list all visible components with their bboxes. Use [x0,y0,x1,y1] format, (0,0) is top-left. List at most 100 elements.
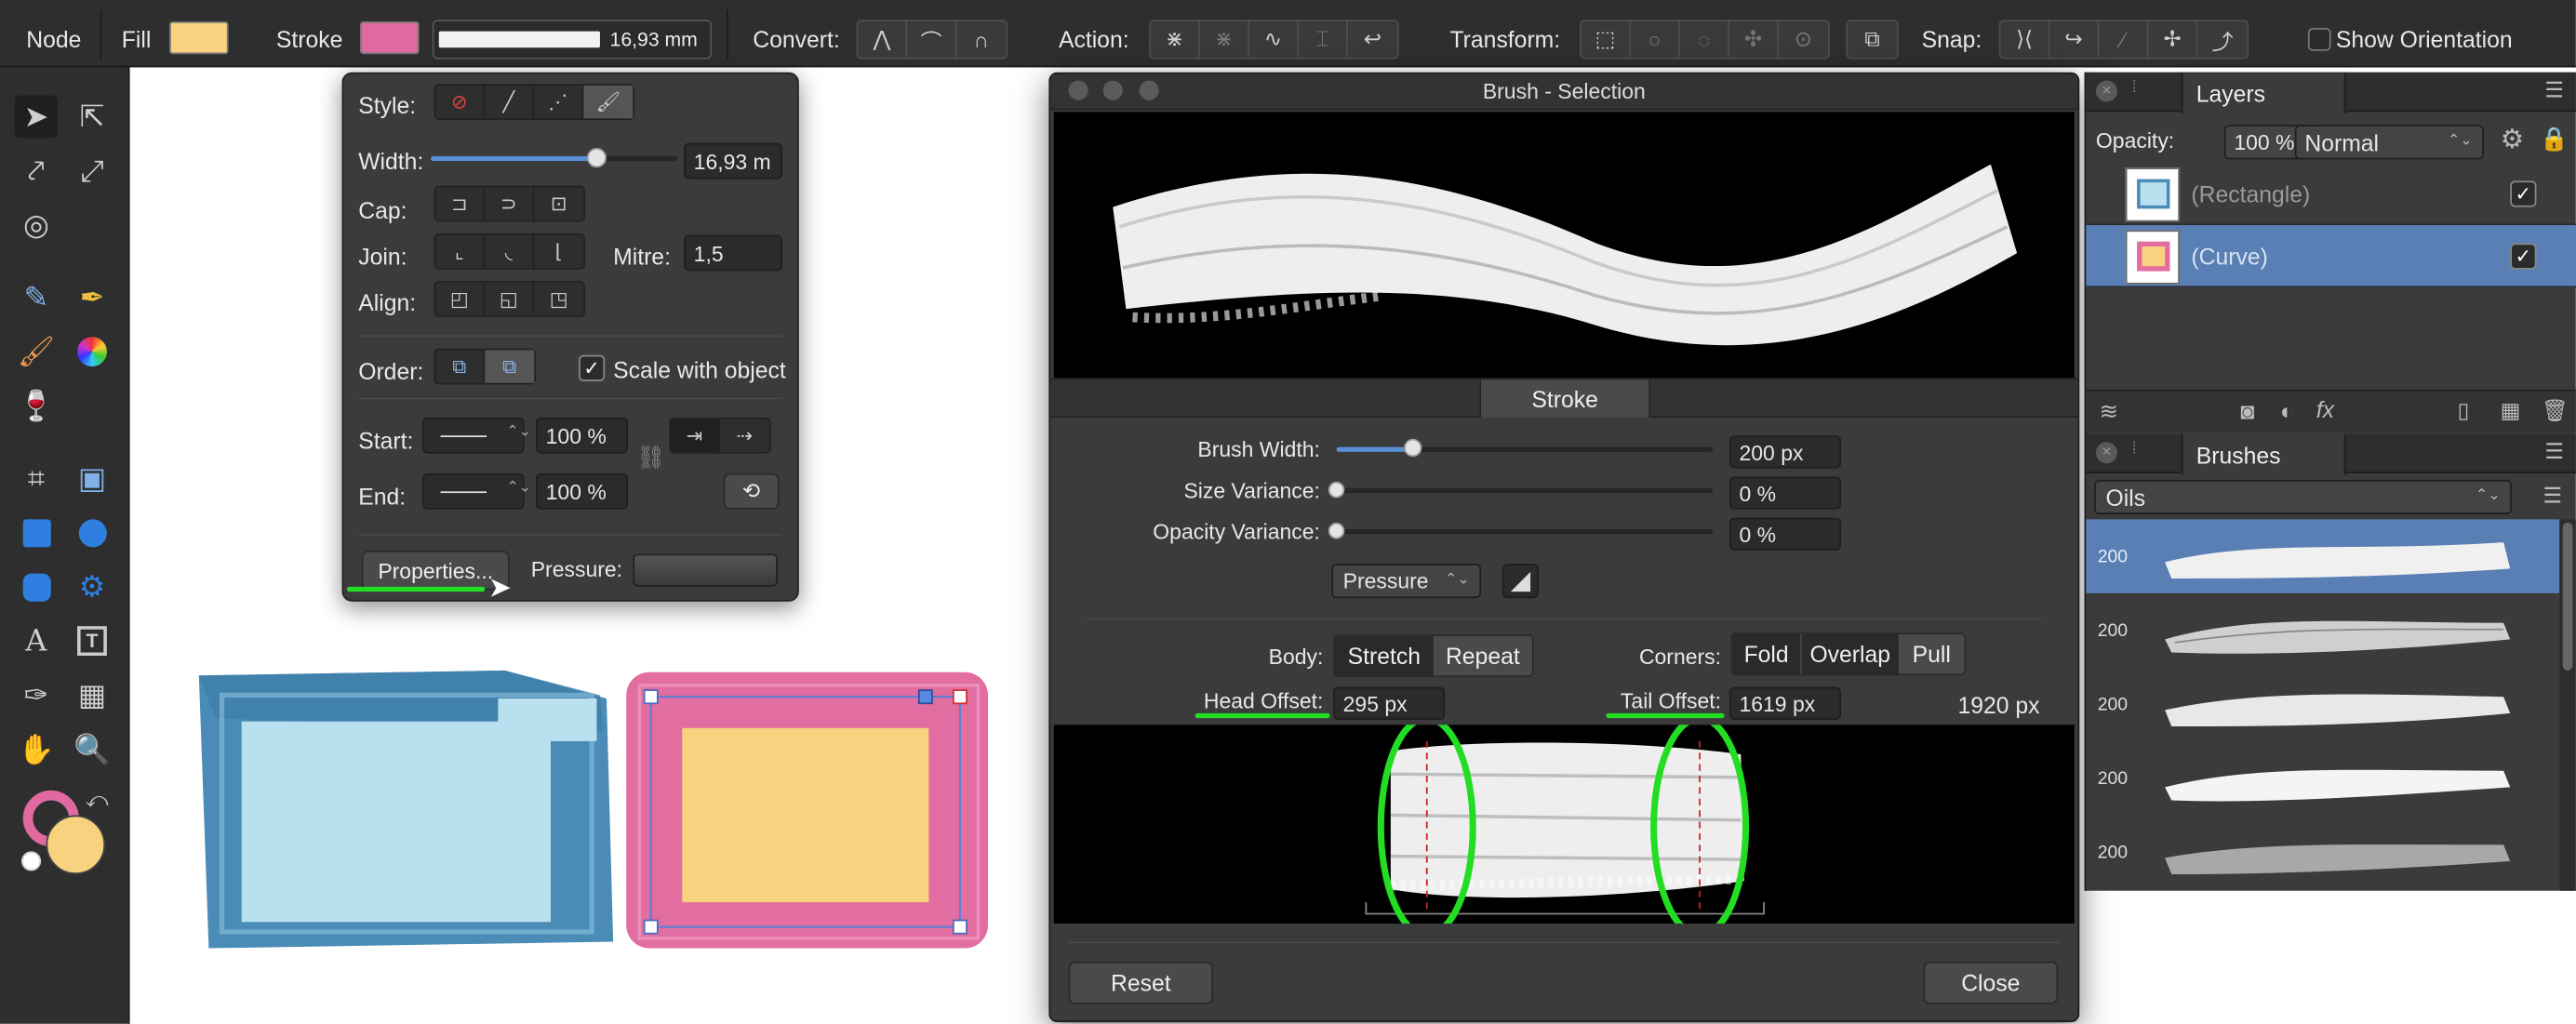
rotate-icon[interactable]: ○ [1631,20,1680,58]
transform-mode-icon[interactable]: ⬚ [1582,20,1631,58]
artistic-text-icon[interactable]: A [15,619,58,662]
reset-button[interactable]: Reset [1068,961,1214,1004]
frame-text-icon[interactable]: T [71,619,113,662]
table-tool-icon[interactable]: ▦ [71,673,113,716]
pencil-tool-icon[interactable]: ✎ [15,276,58,319]
point-transform-icon[interactable]: ⤤ [15,150,58,193]
no-stroke-icon[interactable]: ⊘ [435,85,486,119]
gear-icon[interactable]: ⚙ [2501,124,2524,156]
snap-curve-icon[interactable]: ⁄ [2099,20,2149,58]
size-variance-field[interactable]: 0 % [1728,476,1842,510]
contour-tool-icon[interactable]: ◎ [15,204,58,246]
fill-color-well[interactable] [46,815,106,875]
brush-item[interactable]: 200 [2086,815,2559,889]
brush-style-icon[interactable]: 🖌 [583,85,634,119]
close-curve-icon[interactable]: ⋇ [1200,20,1249,58]
brush-item[interactable]: 200 [2086,667,2559,741]
selection-handle[interactable] [952,919,968,935]
brush-width-slider[interactable] [1336,438,1714,458]
body-repeat-option[interactable]: Repeat [1434,636,1532,675]
close-panel-icon[interactable]: × [2095,80,2117,102]
layer-visibility-checkbox[interactable]: ✓ [2510,243,2537,270]
mitre-field[interactable]: 1,5 [684,234,783,272]
break-curve-icon[interactable]: ⋇ [1151,20,1200,58]
group-icon[interactable]: ▦ [2501,398,2521,424]
start-arrowhead-select[interactable]: ⌃⌄ [422,417,531,454]
close-button[interactable]: Close [1923,961,2059,1004]
align-outside-icon[interactable]: ◳ [534,283,583,315]
size-variance-knob[interactable] [1328,481,1345,499]
brush-category-select[interactable]: Oils ⌃⌄ [2094,479,2512,515]
opacity-variance-slider[interactable] [1328,522,1714,539]
end-arrowhead-select[interactable]: ⌃⌄ [422,472,531,510]
stroke-width-control[interactable]: 16,93 mm [432,20,713,60]
start-size-select[interactable]: 100 % [536,417,628,454]
zoom-tool-icon[interactable]: 🔍 [71,728,113,771]
layer-stack-icon[interactable]: ≋ [2099,398,2118,426]
tab-stroke[interactable]: Stroke [1479,379,1651,418]
rounded-rect-tool-icon[interactable] [15,565,58,608]
body-stretch-option[interactable]: Stretch [1334,635,1434,676]
size-variance-slider[interactable] [1328,481,1714,499]
curve-shape[interactable] [620,666,997,959]
end-size-select[interactable]: 100 % [536,472,628,510]
swap-colors-icon[interactable]: ⤺ [86,787,109,813]
swap-arrows-button[interactable]: ⟲ [723,472,780,510]
align-inside-icon[interactable]: ◱ [485,282,535,316]
transparency-tool-icon[interactable]: 🍷 [15,384,58,427]
lock-icon[interactable]: 🔒 [2540,125,2569,153]
layer-row[interactable]: (Curve) ✓ [2086,225,2576,288]
brush-item[interactable]: 200 [2086,741,2559,816]
snap-tangent-icon[interactable]: ↪ [2049,20,2100,58]
square-cap-icon[interactable]: ⊡ [534,187,583,219]
link-icon[interactable]: ⛓ [636,444,665,472]
blend-mode-select[interactable]: Normal ⌃⌄ [2294,125,2484,160]
fill-swatch[interactable] [169,20,229,55]
tab-brushes[interactable]: Brushes [2181,433,2346,475]
brush-item[interactable]: 200 [2086,519,2560,593]
fx-icon[interactable]: fx [2316,396,2334,422]
opacity-variance-field[interactable]: 0 % [1728,517,1842,551]
arrow-inside-icon[interactable]: ⇥ [670,419,720,452]
ellipse-tool-icon[interactable] [71,512,113,554]
brush-tool-icon[interactable]: 🖌 [15,330,58,373]
corners-fold-option[interactable]: Fold [1732,634,1800,674]
trash-icon[interactable]: 🗑 [2542,398,2569,424]
smooth-node-icon[interactable]: ⌒ [907,20,957,58]
bounding-box-icon[interactable]: ⧉ [1848,21,1897,58]
mitre-join-icon[interactable]: ⌞ [435,234,486,269]
pen-tool-icon[interactable]: ✒ [71,276,113,319]
panel-menu-icon[interactable]: ☰ [2544,77,2564,103]
move-tool-icon[interactable]: ➤ [14,95,58,139]
panel-grip-icon[interactable]: ⁞ [2132,441,2137,459]
snap-pointer-icon[interactable]: ⤴ [2197,21,2247,58]
tail-offset-field[interactable]: 1619 px [1728,686,1842,720]
arrow-outside-icon[interactable]: ⇢ [720,419,769,452]
fill-tool-icon[interactable] [71,330,113,373]
snap-nodes-icon[interactable]: ⟩⟨ [2000,20,2050,58]
brush-width-knob[interactable] [1403,438,1422,458]
layer-row[interactable]: (Rectangle) ✓ [2086,163,2576,226]
align-center-icon[interactable]: ◰ [435,282,486,316]
list-view-icon[interactable]: ☰ [2543,483,2563,509]
show-orientation-checkbox[interactable] [2307,28,2331,51]
panel-grip-icon[interactable]: ⁞ [2132,79,2137,97]
selection-handle[interactable] [952,689,968,705]
color-picker-icon[interactable]: ✑ [15,673,58,716]
round-cap-icon[interactable]: ⊃ [485,187,535,220]
bevel-join-icon[interactable]: ⌊ [534,235,583,268]
width-field[interactable]: 16,93 m [684,142,783,180]
head-offset-field[interactable]: 295 px [1333,686,1446,720]
panel-menu-icon[interactable]: ☰ [2544,439,2564,465]
brush-width-field[interactable]: 200 px [1728,435,1842,469]
snap-cursor-icon[interactable]: ✢ [2148,20,2198,58]
dashed-line-icon[interactable]: ⋰ [534,85,584,119]
adjustment-icon[interactable]: ◐ [2280,398,2294,424]
corners-overlap-option[interactable]: Overlap [1799,634,1899,674]
crop-tool-icon[interactable]: ⌗ [15,457,58,499]
reverse-curve-icon[interactable]: ↩ [1348,21,1397,58]
butt-cap-icon[interactable]: ⊐ [435,187,486,220]
rectangle-shape[interactable] [193,666,623,955]
mask-icon[interactable]: ◙ [2240,398,2254,424]
smart-node-icon[interactable]: ∩ [956,21,1006,58]
